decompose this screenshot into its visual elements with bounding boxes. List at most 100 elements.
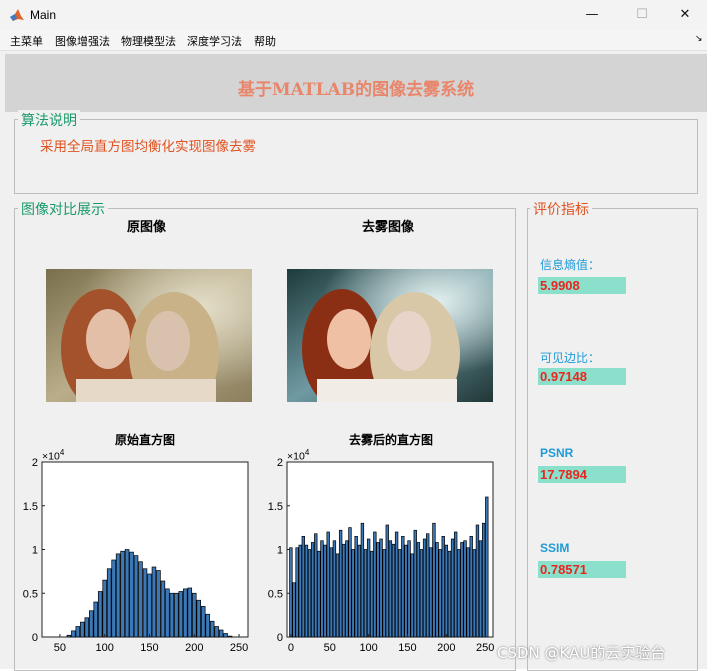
histogram-bar (111, 559, 116, 638)
histogram-bar (454, 531, 458, 638)
histogram-bar (426, 533, 430, 638)
histogram-bar (200, 606, 206, 638)
histogram-bar (463, 540, 467, 638)
histogram-bar (169, 592, 175, 638)
menu-deep-learning[interactable]: 深度学习法 (187, 33, 242, 49)
histogram-bar (151, 566, 157, 638)
histogram-bar (450, 538, 455, 638)
histogram-bar (307, 549, 312, 638)
histogram-bar (478, 540, 483, 638)
histogram-bar (178, 591, 184, 638)
close-button[interactable]: ✕ (662, 0, 708, 30)
toolbar-arrow-icon[interactable]: ↘ (695, 34, 703, 44)
metric-entropy-value: 5.9908 (538, 277, 626, 294)
y-tick-label: 1 (277, 545, 283, 557)
histogram-bar (120, 550, 125, 638)
x-tick-label: 100 (96, 642, 114, 654)
comparison-panel-legend: 图像对比展示 (18, 199, 108, 219)
histogram-bar (209, 620, 215, 638)
x-tick-label: 50 (324, 642, 336, 654)
histogram-bar (416, 542, 421, 638)
histogram-bar (388, 540, 393, 638)
histogram-bar (314, 533, 318, 638)
histogram-bar (466, 547, 470, 638)
histogram-bar (102, 579, 107, 638)
window-title: Main (30, 8, 57, 22)
histogram-bar (441, 536, 445, 638)
x-tick-label: 150 (398, 642, 416, 654)
y-tick-label: 0.5 (268, 588, 283, 600)
maximize-button[interactable]: ☐ (619, 0, 665, 30)
histogram-bar (93, 601, 98, 638)
histogram-bar (160, 580, 166, 638)
histogram-bar (429, 547, 433, 638)
menu-help[interactable]: 帮助 (254, 33, 276, 49)
original-image-label: 原图像 (127, 220, 167, 235)
histogram-bar (419, 549, 424, 638)
histogram-bar (66, 634, 72, 638)
x-tick-label: 150 (140, 642, 158, 654)
histogram-bar (187, 587, 193, 638)
metric-psnr-label: PSNR (540, 446, 574, 460)
menu-main[interactable]: 主菜单 (10, 33, 43, 49)
hist-dehazed-chart: 0 50 100 150 200 250 0 0.5 1 1.5 2 (268, 457, 495, 654)
x-tick-label: 0 (288, 642, 294, 654)
histogram-bar (310, 542, 315, 638)
histogram-bar (174, 592, 179, 638)
histogram-bar (156, 570, 161, 638)
y-tick-label: 1 (32, 545, 38, 557)
histogram-bar (438, 549, 442, 638)
metrics-panel-legend: 评价指标 (530, 199, 592, 219)
metric-ssim-label: SSIM (540, 541, 570, 555)
histogram-bar (360, 522, 365, 638)
x-tick-label: 200 (185, 642, 203, 654)
histogram-bar (301, 536, 305, 638)
metric-edge-ratio-value: 0.97148 (538, 368, 626, 385)
menu-bar: 主菜单 图像增强法 物理模型法 深度学习法 帮助 ↘ (0, 30, 707, 51)
histogram-bar (357, 544, 361, 638)
histogram-bar (80, 621, 85, 638)
histogram-bar (84, 617, 90, 638)
x-tick-label: 200 (437, 642, 455, 654)
histogram-bar (338, 529, 343, 638)
title-bar: Main — ☐ ✕ (0, 0, 707, 30)
histogram-bar (133, 555, 139, 638)
histogram-bar (472, 549, 477, 638)
histogram-bar (196, 599, 201, 638)
x-tick-label: 250 (476, 642, 494, 654)
y-tick-label: 0 (32, 632, 38, 644)
y-tick-label: 1.5 (268, 501, 283, 513)
histogram-bar (398, 549, 402, 638)
y-tick-label: 1.5 (23, 501, 38, 513)
histogram-bar (223, 633, 228, 638)
dehazed-image (287, 269, 493, 402)
histogram-bar (422, 538, 427, 638)
minimize-button[interactable]: — (569, 0, 615, 30)
y-tick-label: 0.5 (23, 588, 38, 600)
histogram-bar (413, 529, 417, 638)
x-tick-label: 50 (54, 642, 66, 654)
histogram-bar (192, 592, 197, 638)
histogram-bar (410, 553, 414, 638)
histogram-bar (432, 522, 436, 638)
histogram-bar (205, 613, 210, 638)
metric-entropy-label: 信息熵值： (540, 258, 601, 272)
histogram-bar (218, 629, 224, 638)
menu-image-enhancement[interactable]: 图像增强法 (55, 33, 110, 49)
watermark: CSDN @KAU的云实验台 (497, 644, 666, 662)
algorithm-description: 采用全局直方图均衡化实现图像去雾 (40, 139, 256, 155)
histogram-bar (457, 549, 461, 638)
histogram-bar (89, 610, 94, 638)
histogram-bar (382, 549, 386, 638)
menu-physical-model[interactable]: 物理模型法 (121, 33, 176, 49)
histogram-bar (401, 536, 405, 638)
histogram-bar (106, 568, 112, 638)
histogram-bar (348, 527, 352, 638)
histogram-bar (329, 547, 333, 638)
x-tick-label: 250 (230, 642, 248, 654)
histogram-bar (138, 561, 143, 638)
original-image (46, 269, 252, 402)
histogram-bar (460, 542, 464, 638)
hist-dehazed-title: 去雾后的直方图 (348, 433, 433, 447)
histogram-bar (295, 547, 299, 638)
